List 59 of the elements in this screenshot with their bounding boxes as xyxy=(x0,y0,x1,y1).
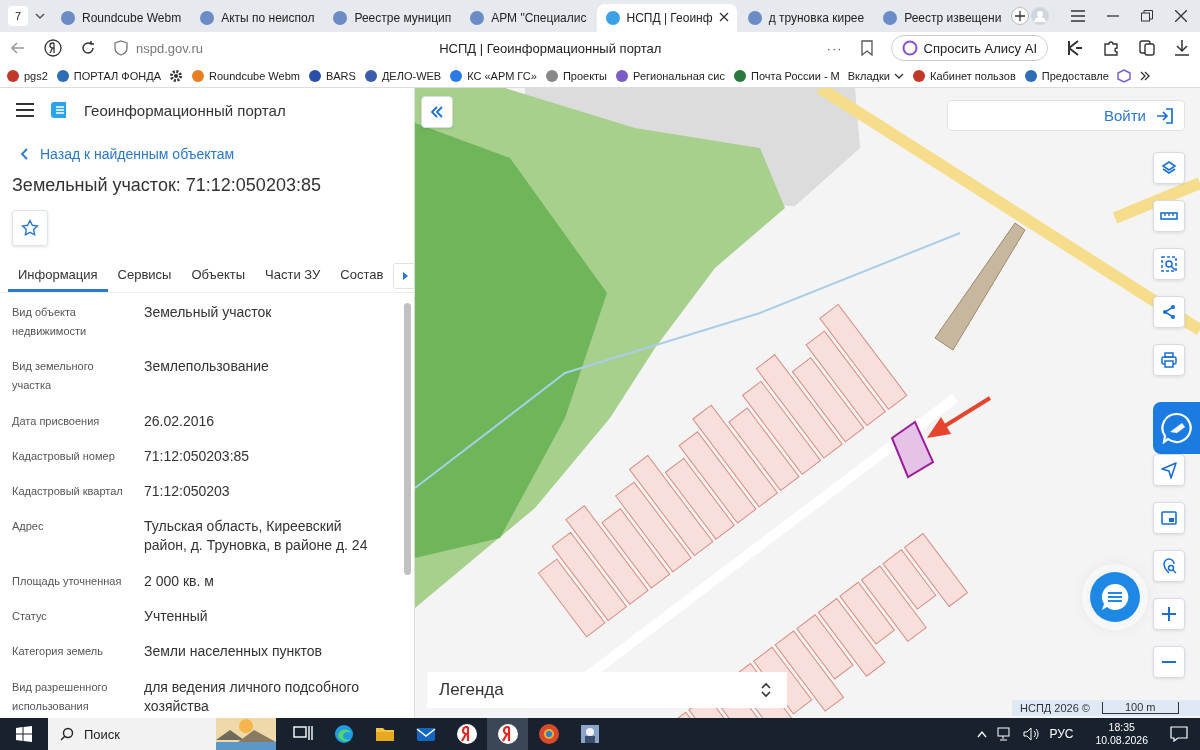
panel-tab[interactable]: Сервисы xyxy=(107,260,182,292)
field-label: Кадастровый квартал xyxy=(12,484,124,500)
browser-tab[interactable]: д труновка кирее xyxy=(738,4,873,32)
browser-tab[interactable]: Реестре муницип xyxy=(324,4,460,32)
field-value: Земли населенных пунктов xyxy=(144,642,324,662)
field-value: 26.02.2016 xyxy=(144,411,216,431)
field-value: Земельный участок xyxy=(144,303,273,322)
bookmark-link[interactable]: ПОРТАЛ ФОНДА xyxy=(55,68,162,83)
browser-tab[interactable]: НСПД | Геоинф xyxy=(596,4,737,32)
clock-time[interactable]: 18:35 xyxy=(1108,721,1135,734)
field-label: Вид земельного участка xyxy=(12,359,95,394)
bookmark-link[interactable]: pgs2 xyxy=(6,68,48,83)
field-label: Вид объекта недвижимости xyxy=(12,305,88,339)
page-title: НСПД | Геоинформационный портал xyxy=(438,40,663,56)
field-value: 71:12:050203:85 xyxy=(144,446,251,466)
browser-tab[interactable]: Roundcube Webm xyxy=(52,4,190,32)
bookmark-link[interactable]: Предоставле xyxy=(1023,68,1109,83)
portal-title: Геоинформационный портал xyxy=(84,101,286,119)
bookmark-link[interactable]: ДЕЛО-WEB xyxy=(363,68,442,83)
field-label: Дата присвоения xyxy=(12,413,101,429)
more-button[interactable]: ··· xyxy=(826,40,843,56)
login-button[interactable]: Войти xyxy=(947,100,1185,131)
back-link[interactable]: Назад к найденным объектам xyxy=(40,146,235,162)
bookmark-link[interactable]: Региональная сис xyxy=(615,68,725,83)
field-value: 2 000 кв. м xyxy=(144,571,215,591)
address-field[interactable]: nspd.gov.ru xyxy=(136,40,203,56)
scale-bar: 100 m xyxy=(1101,702,1179,714)
field-label: Категория земель xyxy=(12,644,104,660)
legend-button[interactable]: Легенда xyxy=(427,672,787,708)
field-value: Тульская область, Киреевский район, д. Труновка, в районе д. 24 xyxy=(144,517,369,556)
language-indicator[interactable]: РУС xyxy=(1049,727,1074,741)
field-label: Статус xyxy=(12,609,48,625)
browser-tab[interactable]: Реестр извещени xyxy=(874,4,1010,32)
bookmark-link[interactable]: КС «АРМ ГС» xyxy=(449,68,537,83)
field-value: Землепользование xyxy=(144,357,270,377)
bookmark-link[interactable]: Почта России - М xyxy=(732,68,840,83)
bookmark-link[interactable]: BARS xyxy=(307,68,356,83)
field-label: Вид разрешенного использования xyxy=(12,679,109,714)
panel-tab[interactable]: Состав xyxy=(330,260,394,292)
clock-date[interactable]: 10.08.2026 xyxy=(1095,734,1148,747)
bookmark-folder[interactable]: Вкладки xyxy=(847,69,904,82)
attribution-text: НСПД 2026 © xyxy=(1020,702,1090,714)
search-field[interactable]: Поиск xyxy=(48,718,276,750)
bookmark-link[interactable]: Проекты xyxy=(544,68,608,83)
panel-tab[interactable]: Информация xyxy=(8,260,108,292)
field-value: для ведения личного подсобного хозяйства xyxy=(144,677,361,716)
bookmark-link[interactable]: Roundcube Webm xyxy=(191,68,300,83)
tab-count[interactable]: 7 xyxy=(8,6,28,26)
bookmark-link[interactable]: Кабинет пользов xyxy=(911,68,1016,83)
browser-tab[interactable]: Акты по неиспол xyxy=(191,4,323,32)
browser-tab[interactable]: АРМ "Специалис xyxy=(461,4,595,32)
field-value: 71:12:050203 xyxy=(144,482,231,502)
panel-tab[interactable]: Части ЗУ xyxy=(255,260,331,292)
panel-tab[interactable]: Объекты xyxy=(181,260,256,292)
field-value: Учтенный xyxy=(144,607,209,627)
field-label: Кадастровый номер xyxy=(12,448,116,464)
field-label: Площадь уточненная xyxy=(12,573,123,589)
object-title: Земельный участок: 71:12:050203:85 xyxy=(12,175,322,196)
field-label: Адрес xyxy=(12,519,45,535)
